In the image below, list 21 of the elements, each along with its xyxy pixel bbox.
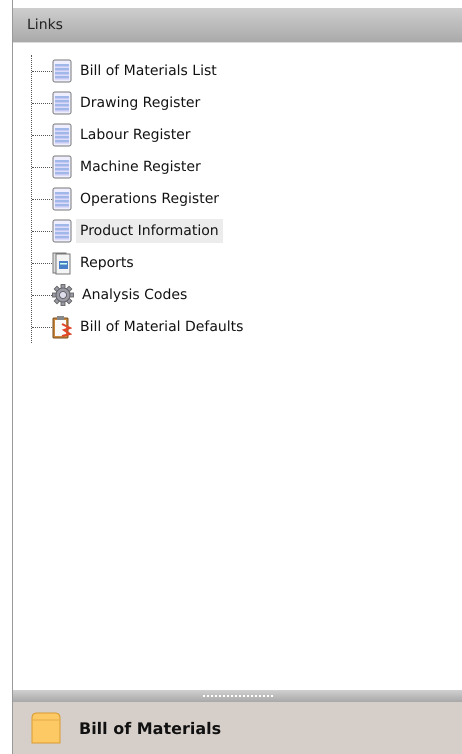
tree-item[interactable]: Product Information	[76, 219, 223, 243]
splitter-handle[interactable]	[13, 690, 462, 702]
module-button[interactable]: Bill of Materials	[13, 702, 462, 754]
clipboard-icon	[52, 315, 72, 339]
tree-item[interactable]: Drawing Register	[76, 91, 204, 115]
tree-item[interactable]: Bill of Material Defaults	[76, 315, 248, 339]
tree-item[interactable]: Analysis Codes	[78, 283, 192, 307]
tree-item[interactable]: Bill of Materials List	[76, 59, 221, 83]
reports-icon	[52, 251, 72, 275]
list-icon	[52, 187, 72, 211]
list-icon	[52, 91, 72, 115]
tree-item[interactable]: Labour Register	[76, 123, 195, 147]
tree-item[interactable]: Reports	[76, 251, 138, 275]
list-icon	[52, 219, 72, 243]
tree-item[interactable]: Machine Register	[76, 155, 205, 179]
list-icon	[52, 59, 72, 83]
panel-title: Links	[27, 17, 63, 33]
tree-item[interactable]: Operations Register	[76, 187, 224, 211]
list-icon	[52, 123, 72, 147]
folder-icon	[29, 710, 63, 746]
list-icon	[52, 155, 72, 179]
